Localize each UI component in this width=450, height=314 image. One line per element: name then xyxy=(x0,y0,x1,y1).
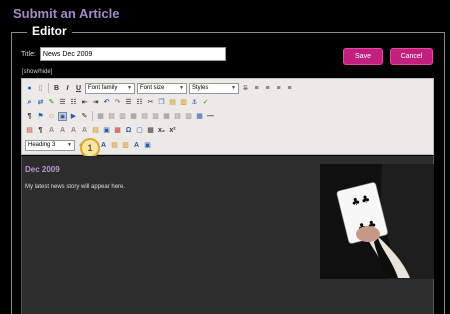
delete-row-icon[interactable]: ▤ xyxy=(140,112,149,121)
toolbar-row-3: ¶ ⚑ ☺ ▣ ▶ ✎ ▦ ▤ ▥ ▦ ▤ ▥ ▦ ▤ ▥ ▦ — xyxy=(25,110,215,122)
iframe-icon[interactable]: ▦ xyxy=(113,126,122,135)
font-family-select[interactable]: Font family ▼ xyxy=(85,82,135,94)
font-family-value: Font family xyxy=(88,85,118,91)
chevron-down-icon: ▼ xyxy=(127,85,132,91)
underline-icon[interactable]: U xyxy=(74,84,83,93)
template-icon[interactable]: ▤ xyxy=(91,126,100,135)
bullet-list-icon[interactable]: ☰ xyxy=(58,98,67,107)
subscript-icon[interactable]: x₂ xyxy=(157,126,166,135)
align-justify-icon[interactable]: ≡ xyxy=(285,84,294,93)
style-icon[interactable]: A xyxy=(99,141,108,150)
insert-row-icon[interactable]: ▦ xyxy=(129,112,138,121)
horizontal-rule-icon[interactable]: — xyxy=(206,112,215,121)
toolbar-row-4: ▤ ¶ A A A A ▤ ▣ ▦ Ω ▢ ▦ x₂ x² xyxy=(25,124,177,136)
fullscreen-icon[interactable]: ▢ xyxy=(135,126,144,135)
title-label: Title: xyxy=(21,50,36,58)
font-size-value: Font size xyxy=(140,85,165,91)
new-document-icon[interactable]: ▯ xyxy=(36,84,45,93)
merge-cells-icon[interactable]: ▤ xyxy=(173,112,182,121)
pilcrow-icon[interactable]: ¶ xyxy=(36,126,45,135)
page-heading: Submit an Article xyxy=(13,6,120,21)
editor-legend: Editor xyxy=(27,24,72,38)
save-button[interactable]: Save xyxy=(343,48,383,65)
align-center-icon[interactable]: ≡ xyxy=(263,84,272,93)
styles-select[interactable]: Styles ▼ xyxy=(189,82,239,94)
title-input[interactable] xyxy=(39,47,226,61)
toolbar-row-2: ⌕ ⇄ ✎ ☰ ☷ ⇤ ⇥ ↶ ↷ ☰ ☷ ✂ ❐ ▤ ▥ ⚓ ✓ xyxy=(25,96,210,108)
forecolor-icon[interactable]: A xyxy=(132,141,141,150)
chevron-down-icon: ▼ xyxy=(231,85,236,91)
styles-value: Styles xyxy=(192,85,209,91)
emoticon-icon[interactable]: ☺ xyxy=(47,112,56,121)
list2-icon[interactable]: ☷ xyxy=(135,98,144,107)
paste-plain-icon[interactable]: ▥ xyxy=(121,141,130,150)
cancel-button[interactable]: Cancel xyxy=(390,48,433,65)
anchor-icon[interactable]: ⚑ xyxy=(36,112,45,121)
find-icon[interactable]: ⌕ xyxy=(25,98,34,107)
paint-icon[interactable]: ✎ xyxy=(47,98,56,107)
superscript-icon[interactable]: x² xyxy=(168,126,177,135)
row-props-icon[interactable]: ▤ xyxy=(107,112,116,121)
layer-icon[interactable]: ▦ xyxy=(195,112,204,121)
list-icon[interactable]: ☰ xyxy=(124,98,133,107)
insert-col-icon[interactable]: ▥ xyxy=(151,112,160,121)
copy-icon[interactable]: ❐ xyxy=(157,98,166,107)
chevron-down-icon: ▼ xyxy=(67,142,72,148)
help-icon[interactable]: ● xyxy=(25,84,34,93)
redo-icon[interactable]: ↷ xyxy=(113,98,122,107)
chevron-down-icon: ▼ xyxy=(179,85,184,91)
link-icon[interactable]: ⚓ xyxy=(190,98,199,107)
ltr-icon[interactable]: ¶ xyxy=(25,112,34,121)
acronym-icon[interactable]: A xyxy=(58,126,67,135)
table-icon[interactable]: ▦ xyxy=(96,112,105,121)
replace-icon[interactable]: ⇄ xyxy=(36,98,45,107)
content-body: My latest news story will appear here. xyxy=(25,184,126,190)
show-hide-link[interactable]: [show/hide] xyxy=(22,69,52,75)
edit-icon[interactable]: ✎ xyxy=(80,112,89,121)
paste-word-icon[interactable]: ▥ xyxy=(179,98,188,107)
format-value: Heading 3 xyxy=(28,142,56,148)
step-callout: 1 xyxy=(80,138,100,158)
abbr-icon[interactable]: A xyxy=(47,126,56,135)
toolbar-separator xyxy=(48,83,49,93)
split-cells-icon[interactable]: ▥ xyxy=(184,112,193,121)
article-photo: ♣ ♣ ♣ ♣ xyxy=(320,164,434,279)
toolbar-row-1: ● ▯ B I U Font family ▼ Font size ▼ Styles… xyxy=(25,82,294,94)
bold-icon[interactable]: B xyxy=(52,84,61,93)
paste-text-icon[interactable]: ▤ xyxy=(110,141,119,150)
font-size-select[interactable]: Font size ▼ xyxy=(137,82,187,94)
attribs-icon[interactable]: ▣ xyxy=(102,126,111,135)
align-left-icon[interactable]: ≡ xyxy=(252,84,261,93)
italic-icon[interactable]: I xyxy=(63,84,72,93)
outdent-icon[interactable]: ⇤ xyxy=(80,98,89,107)
toolbar-separator xyxy=(92,111,93,121)
media-icon[interactable]: ▶ xyxy=(69,112,78,121)
cleanup-icon[interactable]: ✓ xyxy=(201,98,210,107)
playing-card-image: ♣ ♣ ♣ ♣ xyxy=(320,164,434,279)
numbered-list-icon[interactable]: ☷ xyxy=(69,98,78,107)
format-select[interactable]: Heading 3 ▼ xyxy=(25,139,75,151)
print-icon[interactable]: ▤ xyxy=(25,126,34,135)
strikethrough-icon[interactable]: S xyxy=(241,84,250,93)
title-row: Title: xyxy=(21,46,226,62)
image-icon[interactable]: ▣ xyxy=(58,111,67,121)
cell-props-icon[interactable]: ▥ xyxy=(118,112,127,121)
cut-icon[interactable]: ✂ xyxy=(146,98,155,107)
content-heading: Dec 2009 xyxy=(25,165,60,174)
paste-icon[interactable]: ▤ xyxy=(168,98,177,107)
del-icon[interactable]: A xyxy=(80,126,89,135)
indent-icon[interactable]: ⇥ xyxy=(91,98,100,107)
align-right-icon[interactable]: ≡ xyxy=(274,84,283,93)
charmap-icon[interactable]: Ω xyxy=(124,126,133,135)
backcolor-icon[interactable]: ▣ xyxy=(143,141,152,150)
undo-icon[interactable]: ↶ xyxy=(102,98,111,107)
visual-aid-icon[interactable]: ▦ xyxy=(146,126,155,135)
ins-icon[interactable]: A xyxy=(69,126,78,135)
delete-col-icon[interactable]: ▦ xyxy=(162,112,171,121)
